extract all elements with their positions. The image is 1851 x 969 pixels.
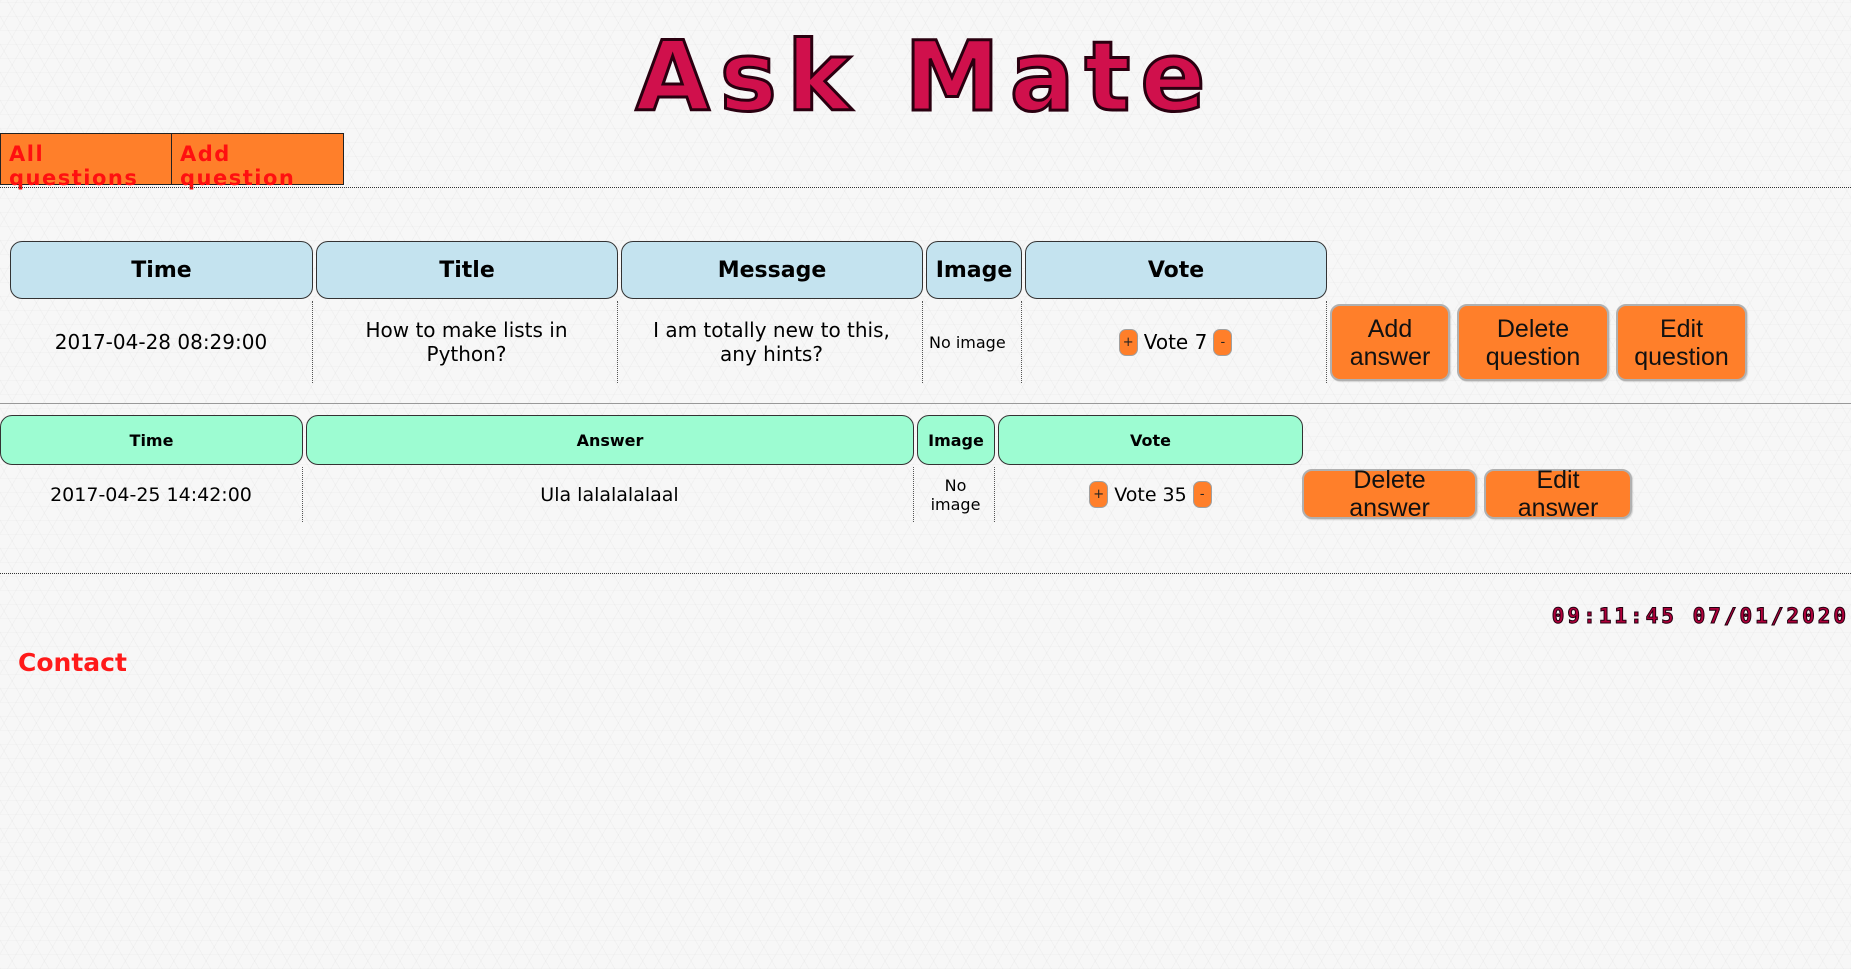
column-header-time: Time xyxy=(10,241,313,299)
answer-vote-cell: + Vote 35 - xyxy=(998,467,1303,522)
question-time: 2017-04-28 08:29:00 xyxy=(10,301,313,383)
site-title: Ask Mate xyxy=(634,21,1216,134)
edit-question-button[interactable]: Edit question xyxy=(1616,304,1747,381)
question-vote-up-button[interactable]: + xyxy=(1118,328,1138,356)
question-vote-count: Vote 7 xyxy=(1143,330,1208,354)
main-nav: All questions Add question xyxy=(0,133,344,190)
clock-display: 09:11:45 07/01/2020 xyxy=(1551,604,1849,629)
answer-column-header-answer: Answer xyxy=(306,415,914,465)
answer-image: No image xyxy=(917,467,995,522)
nav-all-questions-button[interactable]: All questions xyxy=(0,133,172,190)
question-message: I am totally new to this, any hints? xyxy=(621,301,923,383)
answer-column-header-vote: Vote xyxy=(998,415,1303,465)
delete-question-button[interactable]: Delete question xyxy=(1457,304,1609,381)
delete-answer-button[interactable]: Delete answer xyxy=(1302,466,1477,522)
question-image: No image xyxy=(926,301,1022,383)
nav-add-question-button[interactable]: Add question xyxy=(172,133,344,190)
question-vote-down-button[interactable]: - xyxy=(1213,328,1233,356)
question-vote-cell: + Vote 7 - xyxy=(1025,301,1327,383)
column-header-title: Title xyxy=(316,241,618,299)
answer-row: 2017-04-25 14:42:00 Ula lalalalalaal No … xyxy=(0,467,1306,522)
answer-column-header-time: Time xyxy=(0,415,303,465)
column-header-image: Image xyxy=(926,241,1022,299)
question-vote-controls: + Vote 7 - xyxy=(1118,328,1233,356)
answer-text: Ula lalalalalaal xyxy=(306,467,914,522)
question-actions: Add answer Delete question Edit question xyxy=(1330,304,1747,381)
answer-actions: Delete answer Edit answer xyxy=(1302,466,1632,522)
add-answer-button[interactable]: Add answer xyxy=(1330,304,1450,381)
answer-column-header-image: Image xyxy=(917,415,995,465)
question-table-header: Time Title Message Image Vote xyxy=(10,241,1330,299)
column-header-message: Message xyxy=(621,241,923,299)
question-title: How to make lists in Python? xyxy=(316,301,618,383)
column-header-vote: Vote xyxy=(1025,241,1327,299)
answer-vote-controls: + Vote 35 - xyxy=(1089,481,1212,508)
answer-vote-count: Vote 35 xyxy=(1114,483,1187,506)
footer-divider xyxy=(0,573,1851,574)
section-divider xyxy=(0,403,1851,404)
answer-vote-up-button[interactable]: + xyxy=(1089,481,1109,508)
edit-answer-button[interactable]: Edit answer xyxy=(1484,466,1632,522)
nav-divider xyxy=(0,187,1851,188)
answer-time: 2017-04-25 14:42:00 xyxy=(0,467,303,522)
answer-table-header: Time Answer Image Vote xyxy=(0,415,1306,465)
question-row: 2017-04-28 08:29:00 How to make lists in… xyxy=(10,301,1330,383)
answer-vote-down-button[interactable]: - xyxy=(1192,481,1212,508)
contact-link[interactable]: Contact xyxy=(18,648,127,677)
